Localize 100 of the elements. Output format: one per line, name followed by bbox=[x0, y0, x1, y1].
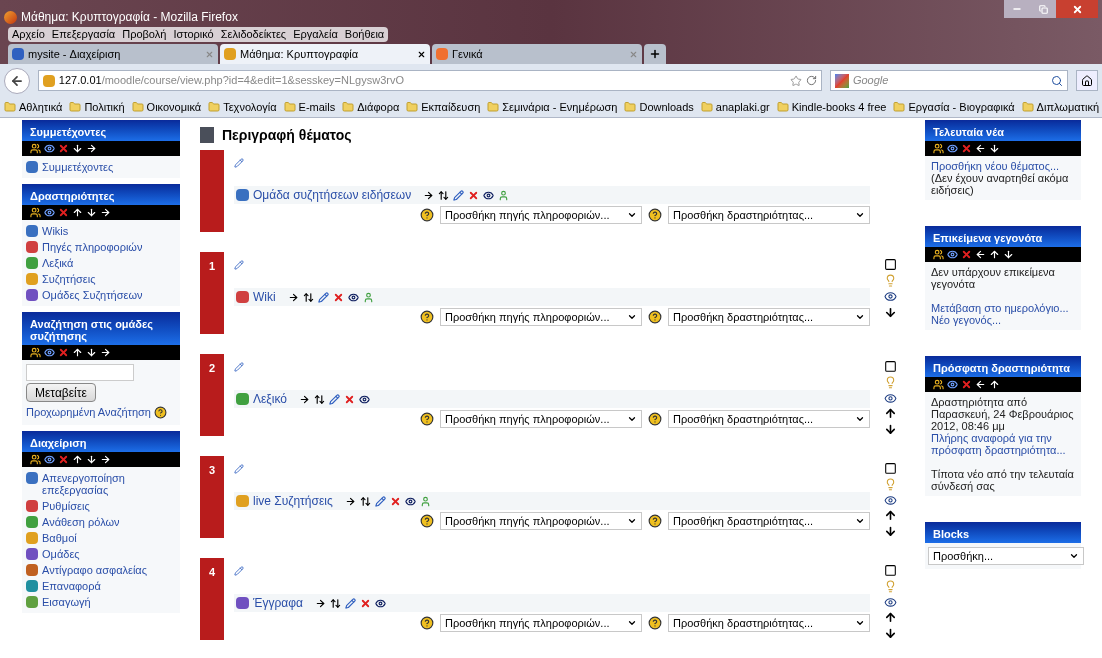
highlight-icon[interactable] bbox=[883, 564, 897, 577]
delete-icon[interactable] bbox=[961, 379, 972, 390]
arrow-down-icon[interactable] bbox=[883, 525, 897, 538]
delete-icon[interactable] bbox=[58, 143, 69, 154]
bookmark-link[interactable]: Τεχνολογία bbox=[223, 98, 277, 116]
delete-icon[interactable] bbox=[332, 291, 344, 303]
activity-link[interactable]: Έγγραφα bbox=[253, 594, 303, 612]
nav-link[interactable]: Συμμετέχοντες bbox=[42, 161, 114, 173]
block-link[interactable]: Προσθήκη νέου θέματος... bbox=[931, 160, 1075, 172]
bookmark-link[interactable]: E-mails bbox=[298, 98, 336, 116]
dropdown[interactable]: Προσθήκη πηγής πληροφοριών... bbox=[440, 308, 642, 326]
edit-icon[interactable] bbox=[234, 362, 244, 372]
menu-item[interactable]: Προβολή bbox=[122, 26, 167, 43]
dropdown[interactable]: Προσθήκη πηγής πληροφοριών... bbox=[440, 614, 642, 632]
home-button[interactable] bbox=[1076, 70, 1098, 91]
highlight-icon[interactable] bbox=[883, 258, 897, 271]
bookmark-link[interactable]: anaplaki.gr bbox=[715, 98, 770, 116]
delete-icon[interactable] bbox=[359, 597, 371, 609]
eye-icon[interactable] bbox=[883, 493, 897, 507]
dropdown[interactable]: Προσθήκη δραστηριότητας... bbox=[668, 206, 870, 224]
eye-icon[interactable] bbox=[44, 207, 55, 218]
help-icon[interactable] bbox=[420, 412, 434, 426]
bookmark-link[interactable]: Πολιτική bbox=[84, 98, 125, 116]
arrow-left-icon[interactable] bbox=[975, 249, 986, 260]
menu-item[interactable]: Ιστορικό bbox=[173, 26, 214, 43]
arrow-down-icon[interactable] bbox=[86, 207, 97, 218]
eye-icon[interactable] bbox=[374, 597, 386, 609]
bookmark-link[interactable]: Downloads bbox=[639, 98, 694, 116]
activity-link[interactable]: live Συζητήσεις bbox=[253, 492, 333, 510]
arrow-right-icon[interactable] bbox=[100, 347, 111, 358]
eye-icon[interactable] bbox=[883, 595, 897, 609]
arrow-up-icon[interactable] bbox=[72, 453, 83, 465]
eye-icon[interactable] bbox=[347, 291, 359, 303]
delete-icon[interactable] bbox=[343, 393, 355, 405]
arrow-right-icon[interactable] bbox=[344, 495, 356, 507]
bookmark-link[interactable]: Εργασία - Βιογραφικά bbox=[908, 98, 1015, 116]
roles-icon[interactable] bbox=[30, 347, 41, 358]
dropdown[interactable]: Προσθήκη δραστηριότητας... bbox=[668, 410, 870, 428]
arrow-up-icon[interactable] bbox=[989, 379, 1000, 390]
move-icon[interactable] bbox=[359, 495, 371, 507]
menu-item[interactable]: Εργαλεία bbox=[293, 26, 338, 43]
menu-item[interactable]: Αρχείο bbox=[12, 26, 45, 43]
nav-link[interactable]: Ομάδες Συζητήσεων bbox=[42, 289, 143, 301]
arrow-left-icon[interactable] bbox=[975, 379, 986, 390]
arrow-down-icon[interactable] bbox=[989, 143, 1000, 154]
eye-icon[interactable] bbox=[947, 249, 958, 260]
dropdown[interactable]: Προσθήκη πηγής πληροφοριών... bbox=[440, 512, 642, 530]
help-icon[interactable] bbox=[420, 514, 434, 528]
eye-icon[interactable] bbox=[44, 453, 55, 465]
arrow-up-icon[interactable] bbox=[72, 347, 83, 358]
help-icon[interactable] bbox=[648, 616, 662, 630]
arrow-up-icon[interactable] bbox=[883, 407, 897, 421]
eye-icon[interactable] bbox=[883, 290, 897, 303]
move-icon[interactable] bbox=[329, 597, 341, 609]
nav-link[interactable]: Ρυθμίσεις bbox=[42, 499, 90, 512]
delete-icon[interactable] bbox=[58, 453, 69, 465]
eye-icon[interactable] bbox=[883, 391, 897, 405]
activity-link[interactable]: Wiki bbox=[253, 288, 276, 306]
search-icon[interactable] bbox=[1051, 74, 1064, 87]
arrow-down-icon[interactable] bbox=[86, 453, 97, 465]
nav-link[interactable]: Ομάδες bbox=[42, 547, 80, 560]
browser-tab[interactable]: Γενικά bbox=[432, 44, 642, 64]
arrow-down-icon[interactable] bbox=[883, 627, 897, 640]
reload-icon[interactable] bbox=[805, 75, 817, 86]
arrow-down-icon[interactable] bbox=[883, 306, 897, 319]
menu-item[interactable]: Βοήθεια bbox=[344, 26, 385, 43]
arrow-up-icon[interactable] bbox=[883, 611, 897, 625]
help-icon[interactable] bbox=[648, 208, 662, 222]
nav-link[interactable]: Επαναφορά bbox=[42, 579, 101, 592]
dropdown[interactable]: Προσθήκη... bbox=[928, 547, 1084, 565]
eye-icon[interactable] bbox=[947, 379, 958, 390]
edit-icon[interactable] bbox=[234, 260, 244, 270]
delete-icon[interactable] bbox=[961, 143, 972, 154]
bookmark-star-icon[interactable] bbox=[789, 74, 802, 87]
roles-icon[interactable] bbox=[933, 143, 944, 154]
move-icon[interactable] bbox=[313, 393, 325, 405]
delete-icon[interactable] bbox=[58, 207, 69, 218]
new-tab-button[interactable] bbox=[644, 44, 666, 64]
arrow-right-icon[interactable] bbox=[287, 291, 299, 303]
arrow-down-icon[interactable] bbox=[72, 143, 83, 154]
nav-link[interactable]: Λεξικά bbox=[42, 257, 74, 269]
eye-icon[interactable] bbox=[404, 495, 416, 507]
help-icon[interactable] bbox=[648, 412, 662, 426]
highlight-icon[interactable] bbox=[883, 462, 897, 475]
back-button[interactable] bbox=[4, 67, 30, 94]
eye-icon[interactable] bbox=[44, 347, 55, 358]
arrow-right-icon[interactable] bbox=[100, 207, 111, 218]
nav-link[interactable]: Συζητήσεις bbox=[42, 273, 96, 285]
eye-icon[interactable] bbox=[44, 143, 55, 154]
bookmark-link[interactable]: Διπλωματική bbox=[1036, 98, 1100, 116]
dropdown[interactable]: Προσθήκη δραστηριότητας... bbox=[668, 614, 870, 632]
arrow-down-icon[interactable] bbox=[883, 423, 897, 436]
help-icon[interactable] bbox=[420, 616, 434, 630]
search-input[interactable] bbox=[26, 364, 134, 381]
arrow-right-icon[interactable] bbox=[100, 453, 111, 465]
nav-link[interactable]: Πηγές πληροφοριών bbox=[42, 241, 143, 253]
activity-link[interactable]: Ομάδα συζητήσεων ειδήσεων bbox=[253, 186, 412, 204]
roles-icon[interactable] bbox=[933, 249, 944, 260]
block-link[interactable]: Νέο γεγονός... bbox=[931, 314, 1075, 326]
dropdown[interactable]: Προσθήκη δραστηριότητας... bbox=[668, 308, 870, 326]
